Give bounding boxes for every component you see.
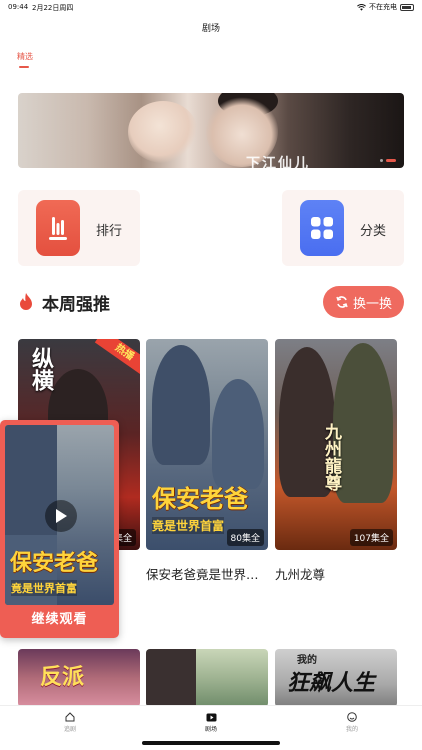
poster-subtitle: 竟是世界首富	[11, 580, 77, 596]
play-icon[interactable]	[45, 500, 77, 532]
status-bar: 09:44 2月22日周四 不在充电	[0, 0, 422, 14]
poster-title: 反派	[40, 665, 85, 690]
grid-icon	[300, 200, 344, 256]
hot-badge: 热播	[94, 339, 140, 377]
home-icon	[65, 712, 75, 722]
drama-card[interactable]: 九州龍尊 107集全	[275, 339, 397, 550]
poster-title: 纵横	[28, 347, 53, 391]
tab-home-label: 追剧	[63, 726, 76, 733]
wifi-icon	[357, 3, 366, 11]
status-right: 不在充电	[357, 2, 414, 12]
banner-title: 下江仙儿	[246, 156, 310, 168]
home-indicator	[142, 741, 280, 745]
refresh-icon	[336, 296, 348, 308]
carousel-dot-active	[386, 159, 396, 162]
poster-title: 九州龍尊	[321, 423, 341, 491]
drama-title[interactable]: 九州龙尊	[275, 564, 399, 583]
continue-thumbnail: 保安老爸 竟是世界首富	[5, 425, 114, 605]
poster-tag: 我的	[297, 655, 317, 666]
swap-label: 换一换	[352, 296, 392, 312]
charging-status: 不在充电	[369, 3, 397, 11]
tab-theater[interactable]: 剧场	[181, 712, 241, 733]
tab-featured-indicator	[19, 66, 29, 68]
poster-person	[146, 649, 196, 707]
poster-subtitle: 竟是世界首富	[152, 517, 225, 534]
tab-mine[interactable]: 我的	[322, 712, 382, 733]
poster-person	[212, 379, 264, 489]
continue-watching-label: 继续观看	[31, 612, 88, 627]
classify-label: 分类	[360, 224, 387, 239]
poster-title: 狂飙人生	[287, 671, 376, 696]
carousel-dots	[380, 159, 396, 162]
rank-entry[interactable]: 排行	[18, 190, 140, 266]
episode-badge: 107集全	[349, 529, 393, 546]
page-title: 剧场	[201, 24, 220, 34]
swap-button[interactable]: 换一换	[323, 286, 404, 318]
drama-title[interactable]: 保安老爸竟是世界首富	[146, 564, 270, 583]
theater-page: 09:44 2月22日周四 不在充电 剧场 精选 下江仙儿 排行 分类 本周强推…	[0, 0, 422, 750]
episode-badge: 80集全	[226, 529, 264, 546]
classify-entry[interactable]: 分类	[282, 190, 404, 266]
profile-icon	[347, 712, 357, 722]
banner-person-left	[128, 101, 198, 163]
drama-card[interactable]	[146, 649, 268, 707]
continue-watching-card[interactable]: 保安老爸 竟是世界首富 继续观看	[0, 420, 119, 638]
rank-label: 排行	[96, 224, 123, 239]
poster-title: 保安老爸	[152, 485, 248, 513]
status-date: 2月22日周四	[32, 4, 74, 12]
drama-card[interactable]: 我的 狂飙人生	[275, 649, 397, 707]
banner-carousel[interactable]: 下江仙儿	[18, 93, 404, 168]
tab-featured[interactable]: 精选	[17, 51, 33, 62]
tab-mine-label: 我的	[345, 726, 358, 733]
section-title: 本周强推	[42, 294, 110, 315]
drama-card[interactable]: 反派	[18, 649, 140, 707]
carousel-dot	[380, 159, 383, 162]
video-icon	[206, 713, 216, 722]
drama-card[interactable]: 保安老爸 竟是世界首富 80集全	[146, 339, 268, 550]
fire-icon	[20, 293, 32, 310]
tab-home[interactable]: 追剧	[40, 712, 100, 733]
rank-chart-icon	[36, 200, 80, 256]
poster-person	[152, 345, 210, 465]
section-header: 本周强推	[18, 286, 110, 318]
poster-title: 保安老爸	[10, 551, 99, 576]
battery-icon	[400, 3, 414, 11]
tab-theater-label: 剧场	[204, 726, 217, 733]
status-time: 09:44	[8, 3, 29, 11]
